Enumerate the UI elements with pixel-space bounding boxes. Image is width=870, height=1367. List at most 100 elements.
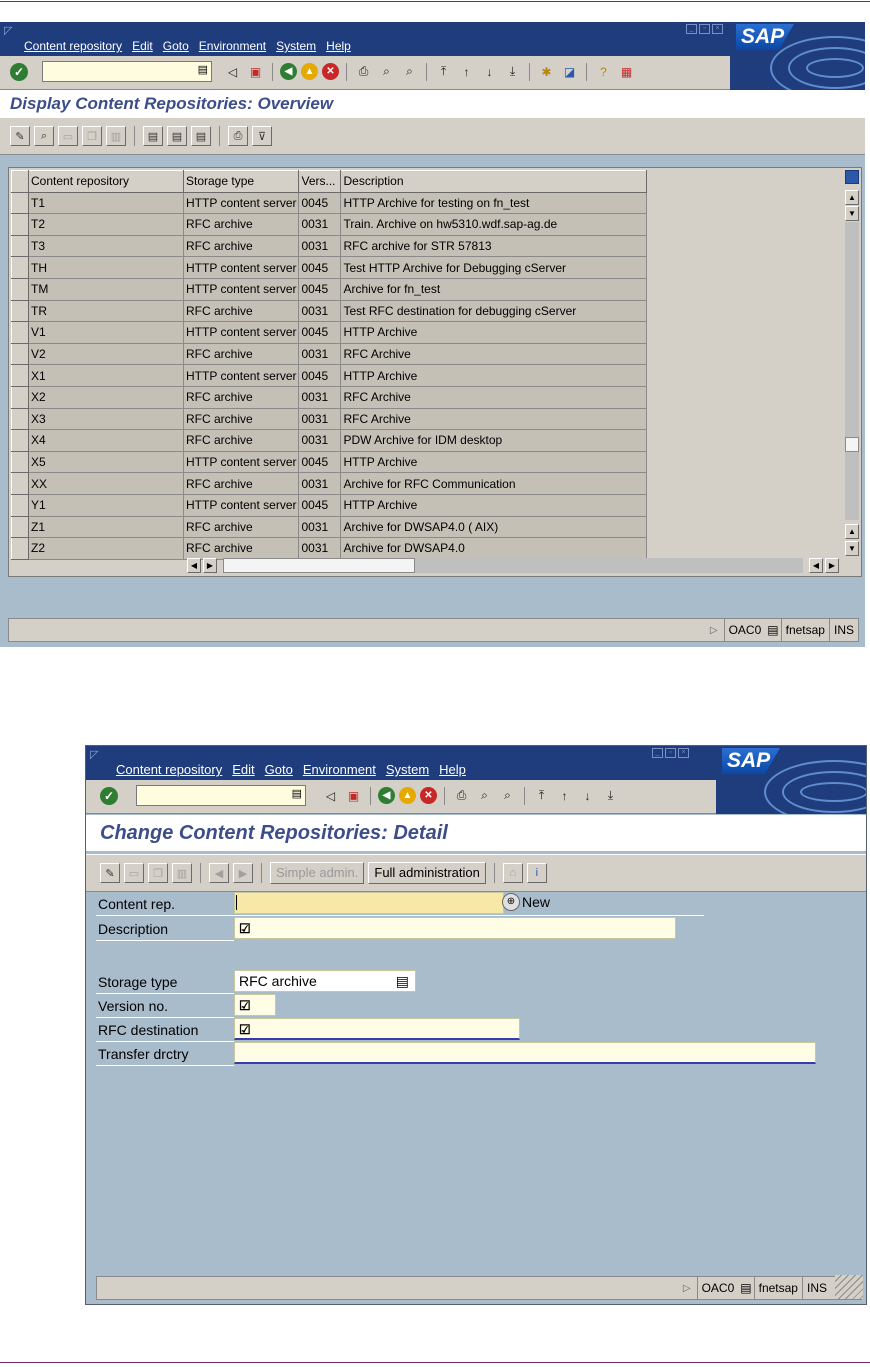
column-header-description[interactable]: Description [340, 170, 648, 193]
scroll-left-icon[interactable]: ◀ [187, 558, 201, 573]
row-select-cell[interactable] [11, 191, 29, 215]
cell-version[interactable]: 0031 [298, 213, 342, 236]
cell-description[interactable]: Train. Archive on hw5310.wdf.sap-ag.de [340, 213, 648, 236]
select-block-icon[interactable]: ▤ [167, 126, 187, 146]
cell-storage-type[interactable]: RFC archive [182, 407, 300, 431]
new-entry-icon[interactable]: ▭ [124, 863, 144, 883]
menu-environment[interactable]: Environment [199, 39, 266, 53]
cell-storage-type[interactable]: HTTP content server [182, 191, 300, 215]
cell-description[interactable]: Archive for fn_test [340, 277, 648, 301]
prev-arrow-icon[interactable]: ◁ [321, 786, 340, 805]
system-info-icon[interactable]: ▤ [765, 619, 780, 641]
scroll-page-up-icon[interactable]: ▲ [845, 524, 859, 539]
row-select-cell[interactable] [11, 342, 29, 366]
cell-version[interactable]: 0031 [298, 342, 342, 366]
layout-menu-icon[interactable]: ▦ [617, 62, 636, 81]
cell-version[interactable]: 0031 [298, 429, 342, 452]
full-administration-button[interactable]: Full administration [368, 862, 486, 884]
cell-version[interactable]: 0045 [298, 277, 342, 301]
table-row[interactable]: X1 HTTP content server 0045 HTTP Archive [11, 364, 648, 387]
cell-storage-type[interactable]: HTTP content server [182, 256, 300, 279]
cell-description[interactable]: HTTP Archive [340, 364, 648, 387]
previous-page-icon[interactable]: ↑ [457, 62, 476, 81]
delete-icon[interactable]: ▥ [172, 863, 192, 883]
cell-content-repository[interactable]: T2 [28, 213, 184, 236]
last-page-icon[interactable]: ⤓ [503, 62, 522, 81]
sap-window-icon[interactable]: ◸ [4, 24, 12, 37]
cell-storage-type[interactable]: RFC archive [182, 342, 300, 366]
menu-goto[interactable]: Goto [163, 39, 189, 53]
simple-admin-button[interactable]: Simple admin. [270, 862, 365, 884]
cell-content-repository[interactable]: X2 [28, 385, 184, 409]
table-row[interactable]: TR RFC archive 0031 Test RFC destination fo… [11, 299, 648, 323]
cell-description[interactable]: HTTP Archive [340, 450, 648, 474]
horizontal-scroll-track[interactable] [223, 558, 803, 573]
version-no-input[interactable]: ☑ [234, 994, 276, 1016]
row-select-cell[interactable] [11, 256, 29, 279]
cell-storage-type[interactable]: HTTP content server [182, 364, 300, 387]
cancel-icon[interactable]: ✕ [322, 63, 339, 80]
transfer-directory-input[interactable] [234, 1042, 816, 1064]
table-row[interactable]: XX RFC archive 0031 Archive for RFC Communi… [11, 472, 648, 495]
first-page-icon[interactable]: ⤒ [532, 786, 551, 805]
row-select-cell[interactable] [11, 277, 29, 301]
dropdown-icon[interactable]: ▤ [198, 63, 208, 76]
scroll-right-icon[interactable]: ▶ [203, 558, 217, 573]
column-header-version[interactable]: Vers... [298, 170, 342, 193]
last-page-icon[interactable]: ⤓ [601, 786, 620, 805]
cell-version[interactable]: 0031 [298, 385, 342, 409]
dropdown-icon[interactable]: ▤ [396, 971, 409, 991]
minimize-icon[interactable]: _ [652, 748, 663, 758]
system-info-icon[interactable]: ▤ [738, 1277, 753, 1299]
menu-system[interactable]: System [386, 762, 429, 777]
cell-content-repository[interactable]: TR [28, 299, 184, 323]
next-entry-icon[interactable]: ▶ [233, 863, 253, 883]
delete-icon[interactable]: ▥ [106, 126, 126, 146]
command-field[interactable]: ▤ [42, 61, 212, 82]
cell-storage-type[interactable]: RFC archive [182, 299, 300, 323]
shortcut-icon[interactable]: ◪ [560, 62, 579, 81]
scroll-up-icon[interactable]: ▲ [845, 190, 859, 205]
description-input[interactable]: ☑ [234, 917, 676, 939]
scroll-left-end-icon[interactable]: ◀ [809, 558, 823, 573]
menu-goto[interactable]: Goto [265, 762, 293, 777]
exit-icon[interactable]: ▲ [301, 63, 318, 80]
cell-version[interactable]: 0045 [298, 191, 342, 215]
cell-description[interactable]: HTTP Archive [340, 321, 648, 344]
previous-page-icon[interactable]: ↑ [555, 786, 574, 805]
command-input[interactable] [137, 786, 285, 805]
menu-content-repository[interactable]: Content repository [116, 762, 222, 777]
information-icon[interactable]: i [526, 863, 547, 883]
column-header-content-repository[interactable]: Content repository [28, 170, 184, 193]
table-row[interactable]: X2 RFC archive 0031 RFC Archive [11, 385, 648, 409]
find-next-icon[interactable]: ⌕ [498, 786, 517, 805]
deselect-all-icon[interactable]: ▤ [191, 126, 211, 146]
cell-storage-type[interactable]: RFC archive [182, 213, 300, 236]
print-icon[interactable]: ⎙ [354, 62, 373, 81]
cell-description[interactable]: Archive for DWSAP4.0 [340, 537, 648, 560]
table-row[interactable]: Z2 RFC archive 0031 Archive for DWSAP4.0 [11, 537, 648, 560]
cell-description[interactable]: Test HTTP Archive for Debugging cServer [340, 256, 648, 279]
cell-version[interactable]: 0031 [298, 299, 342, 323]
resize-grip-icon[interactable] [835, 1275, 863, 1299]
cell-version[interactable]: 0045 [298, 256, 342, 279]
column-setup-icon[interactable] [845, 170, 859, 184]
column-header-storage-type[interactable]: Storage type [182, 170, 300, 193]
cell-version[interactable]: 0045 [298, 321, 342, 344]
menu-system[interactable]: System [276, 39, 316, 53]
save-icon[interactable]: ▣ [344, 786, 363, 805]
cell-description[interactable]: PDW Archive for IDM desktop [340, 429, 648, 452]
table-row[interactable]: T1 HTTP content server 0045 HTTP Archive fo… [11, 191, 648, 215]
cell-description[interactable]: RFC Archive [340, 407, 648, 431]
new-entry-icon[interactable]: ▭ [58, 126, 78, 146]
filter-icon[interactable]: ⊽ [252, 126, 272, 146]
cell-description[interactable]: Test RFC destination for debugging cServ… [340, 299, 648, 323]
cell-storage-type[interactable]: RFC archive [182, 429, 300, 452]
scroll-page-down-icon[interactable]: ▼ [845, 541, 859, 556]
display-change-icon[interactable]: ✎ [10, 126, 30, 146]
table-row[interactable]: X3 RFC archive 0031 RFC Archive [11, 407, 648, 431]
row-select-cell[interactable] [11, 472, 29, 495]
close-icon[interactable]: × [678, 748, 689, 758]
cell-description[interactable]: RFC archive for STR 57813 [340, 234, 648, 258]
horizontal-scroll-thumb[interactable] [223, 558, 415, 573]
